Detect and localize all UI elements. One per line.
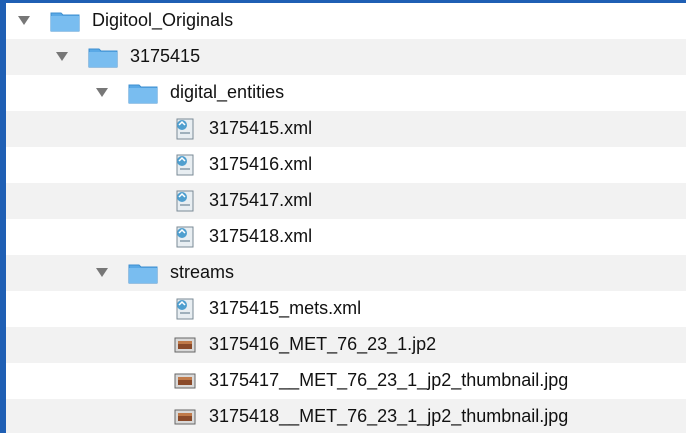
folder-icon	[128, 84, 158, 104]
tree-row-label: 3175415.xml	[209, 118, 313, 138]
disclosure-triangle-icon[interactable]	[56, 52, 68, 61]
tree-row-file[interactable]: 3175418.xml	[6, 219, 686, 255]
tree-row-label: 3175418__MET_76_23_1_jp2_thumbnail.jpg	[209, 406, 569, 426]
folder-icon	[128, 264, 158, 284]
tree-row-label: Digitool_Originals	[92, 10, 234, 30]
tree-row-digitool-originals[interactable]: Digitool_Originals	[6, 3, 686, 39]
tree-row-file[interactable]: 3175415.xml	[6, 111, 686, 147]
tree-row-label: streams	[170, 262, 235, 282]
tree-row-label: 3175416_MET_76_23_1.jp2	[209, 334, 437, 354]
xml-file-icon	[176, 190, 194, 212]
file-tree-panel: Digitool_Originals 3175415 digital_entit…	[6, 3, 686, 433]
tree-row-label: 3175417__MET_76_23_1_jp2_thumbnail.jpg	[209, 370, 569, 390]
tree-row-label: digital_entities	[170, 82, 285, 102]
xml-file-icon	[176, 154, 194, 176]
tree-row-3175415[interactable]: 3175415	[6, 39, 686, 75]
tree-row-file[interactable]: 3175415_mets.xml	[6, 291, 686, 327]
tree-row-file[interactable]: 3175417__MET_76_23_1_jp2_thumbnail.jpg	[6, 363, 686, 399]
image-file-icon	[174, 373, 196, 389]
tree-row-label: 3175415_mets.xml	[209, 298, 362, 318]
folder-icon	[50, 12, 80, 32]
tree-row-label: 3175415	[130, 46, 201, 66]
disclosure-triangle-icon[interactable]	[96, 268, 108, 277]
tree-row-file[interactable]: 3175418__MET_76_23_1_jp2_thumbnail.jpg	[6, 399, 686, 433]
disclosure-triangle-icon[interactable]	[96, 88, 108, 97]
tree-row-label: 3175418.xml	[209, 226, 313, 246]
disclosure-triangle-icon[interactable]	[18, 16, 30, 25]
tree-row-file[interactable]: 3175416_MET_76_23_1.jp2	[6, 327, 686, 363]
tree-row-label: 3175416.xml	[209, 154, 313, 174]
tree-row-file[interactable]: 3175416.xml	[6, 147, 686, 183]
tree-row-file[interactable]: 3175417.xml	[6, 183, 686, 219]
tree-row-streams[interactable]: streams	[6, 255, 686, 291]
folder-icon	[88, 48, 118, 68]
xml-file-icon	[176, 118, 194, 140]
xml-file-icon	[176, 298, 194, 320]
image-file-icon	[174, 409, 196, 425]
tree-row-digital-entities[interactable]: digital_entities	[6, 75, 686, 111]
image-file-icon	[174, 337, 196, 353]
tree-row-label: 3175417.xml	[209, 190, 313, 210]
xml-file-icon	[176, 226, 194, 248]
